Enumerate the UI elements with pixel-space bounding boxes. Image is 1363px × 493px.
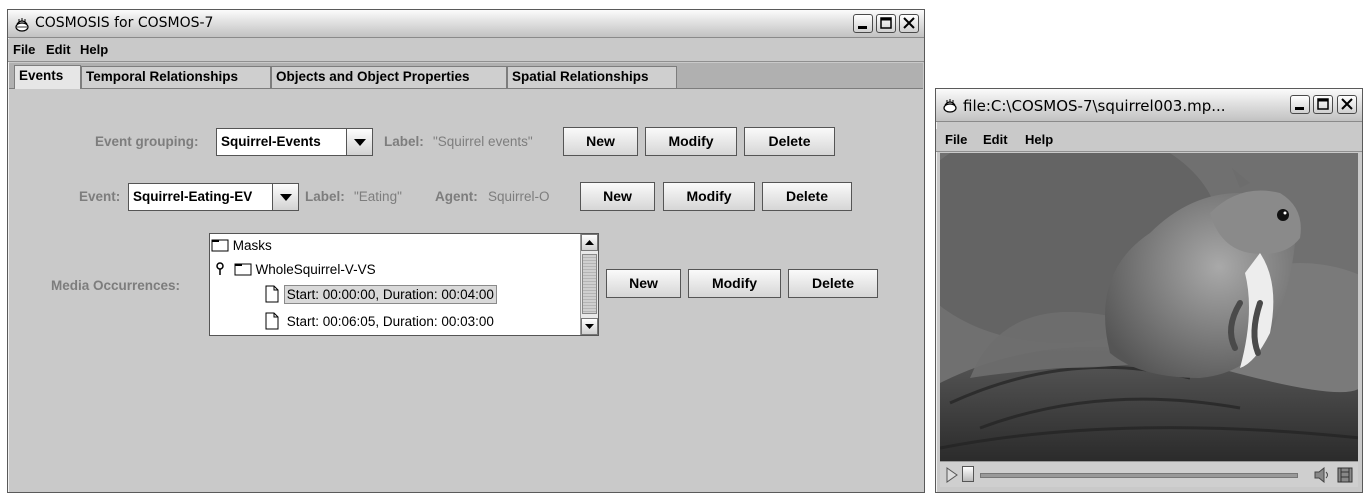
close-button[interactable]: [899, 14, 919, 33]
tree-leaf-occurrence-1[interactable]: Start: 00:00:00, Duration: 00:04:00: [264, 285, 497, 304]
event-agent-key: Agent:: [435, 189, 478, 204]
tab-spatial-relationships[interactable]: Spatial Relationships: [507, 66, 677, 88]
tree-leaf-label: Start: 00:00:00, Duration: 00:04:00: [283, 285, 497, 304]
tab-strip: Events Temporal Relationships Objects an…: [9, 63, 923, 89]
media-occurrences-label: Media Occurrences:: [51, 278, 181, 293]
chevron-down-icon: [280, 194, 292, 201]
media-menu-bar: File Edit Help: [936, 129, 1362, 152]
tab-temporal-relationships[interactable]: Temporal Relationships: [81, 66, 271, 88]
play-icon[interactable]: [945, 467, 959, 483]
dropdown-button[interactable]: [346, 129, 372, 155]
event-agent-value: Squirrel-O: [488, 189, 550, 204]
menu-help[interactable]: Help: [1025, 132, 1053, 147]
close-icon: [903, 17, 915, 29]
event-new-button[interactable]: New: [580, 182, 655, 211]
tree-root-label: Masks: [232, 238, 272, 253]
menu-help[interactable]: Help: [80, 42, 108, 57]
playback-controls: [940, 461, 1358, 487]
film-icon[interactable]: [1337, 467, 1353, 483]
menu-file[interactable]: File: [13, 42, 35, 57]
tree-scrollbar[interactable]: [580, 234, 598, 335]
close-button[interactable]: [1337, 95, 1357, 114]
media-delete-button[interactable]: Delete: [788, 269, 878, 298]
dropdown-button[interactable]: [272, 184, 298, 210]
media-title-bar[interactable]: file:C:\COSMOS-7\squirrel003.mp...: [936, 89, 1362, 122]
tree-node-label: WholeSquirrel-V-VS: [255, 262, 376, 277]
event-label-value: "Eating": [354, 189, 402, 204]
tab-events[interactable]: Events: [14, 65, 81, 89]
media-modify-button[interactable]: Modify: [688, 269, 781, 298]
scroll-up-button[interactable]: [581, 234, 598, 251]
event-select[interactable]: Squirrel-Eating-EV: [128, 183, 299, 211]
media-window-title: file:C:\COSMOS-7\squirrel003.mp...: [963, 97, 1226, 115]
event-label: Event:: [79, 189, 121, 204]
chevron-down-icon: [354, 139, 366, 146]
tree-node-wholesquirrel[interactable]: WholeSquirrel-V-VS: [215, 262, 376, 277]
app-icon: [15, 18, 29, 32]
event-label-key: Label:: [305, 189, 345, 204]
tree-leaf-label: Start: 00:06:05, Duration: 00:03:00: [286, 314, 494, 329]
playback-slider[interactable]: [980, 473, 1298, 478]
maximize-button[interactable]: [1313, 95, 1333, 114]
minimize-button[interactable]: [1290, 95, 1310, 114]
event-grouping-modify-button[interactable]: Modify: [645, 127, 737, 156]
event-grouping-label-key: Label:: [384, 134, 424, 149]
minimize-button[interactable]: [853, 14, 873, 33]
tree-root-masks[interactable]: Masks: [211, 238, 272, 253]
maximize-icon: [1317, 98, 1329, 110]
media-new-button[interactable]: New: [606, 269, 681, 298]
media-window: file:C:\COSMOS-7\squirrel003.mp... File …: [935, 88, 1363, 493]
tab-objects-and-object-properties[interactable]: Objects and Object Properties: [271, 66, 507, 88]
event-grouping-label-value: "Squirrel events": [433, 134, 533, 149]
minimize-icon: [1295, 107, 1304, 110]
scroll-down-button[interactable]: [581, 318, 598, 335]
folder-icon: [211, 239, 229, 252]
video-frame: [940, 153, 1358, 461]
maximize-icon: [880, 17, 892, 29]
document-icon: [265, 285, 279, 303]
scroll-thumb[interactable]: [582, 254, 597, 314]
document-icon: [265, 312, 279, 330]
menu-edit[interactable]: Edit: [983, 132, 1008, 147]
volume-icon[interactable]: [1314, 467, 1332, 483]
maximize-button[interactable]: [876, 14, 896, 33]
event-grouping-delete-button[interactable]: Delete: [744, 127, 835, 156]
menu-edit[interactable]: Edit: [46, 42, 71, 57]
folder-icon: [234, 263, 252, 276]
expand-handle-icon[interactable]: [215, 262, 227, 276]
arrow-down-icon: [585, 324, 594, 329]
minimize-icon: [858, 26, 867, 29]
event-grouping-value: Squirrel-Events: [221, 134, 321, 149]
squirrel-image: [940, 153, 1358, 461]
event-delete-button[interactable]: Delete: [762, 182, 852, 211]
event-value: Squirrel-Eating-EV: [133, 189, 253, 204]
media-occurrences-tree[interactable]: Masks WholeSquirrel-V-VS Start: 00:00:00…: [209, 233, 599, 336]
event-modify-button[interactable]: Modify: [663, 182, 755, 211]
playback-slider-thumb[interactable]: [962, 466, 974, 482]
app-icon: [943, 99, 957, 113]
close-icon: [1341, 98, 1353, 110]
menu-bar: File Edit Help: [8, 39, 924, 62]
window-title: COSMOSIS for COSMOS-7: [35, 15, 214, 31]
main-title-bar[interactable]: COSMOSIS for COSMOS-7: [8, 10, 924, 38]
tree-leaf-occurrence-2[interactable]: Start: 00:06:05, Duration: 00:03:00: [264, 312, 497, 330]
event-grouping-select[interactable]: Squirrel-Events: [216, 128, 373, 156]
menu-file[interactable]: File: [945, 132, 967, 147]
event-grouping-new-button[interactable]: New: [563, 127, 638, 156]
event-grouping-label: Event grouping:: [95, 134, 199, 149]
arrow-up-icon: [585, 240, 594, 245]
